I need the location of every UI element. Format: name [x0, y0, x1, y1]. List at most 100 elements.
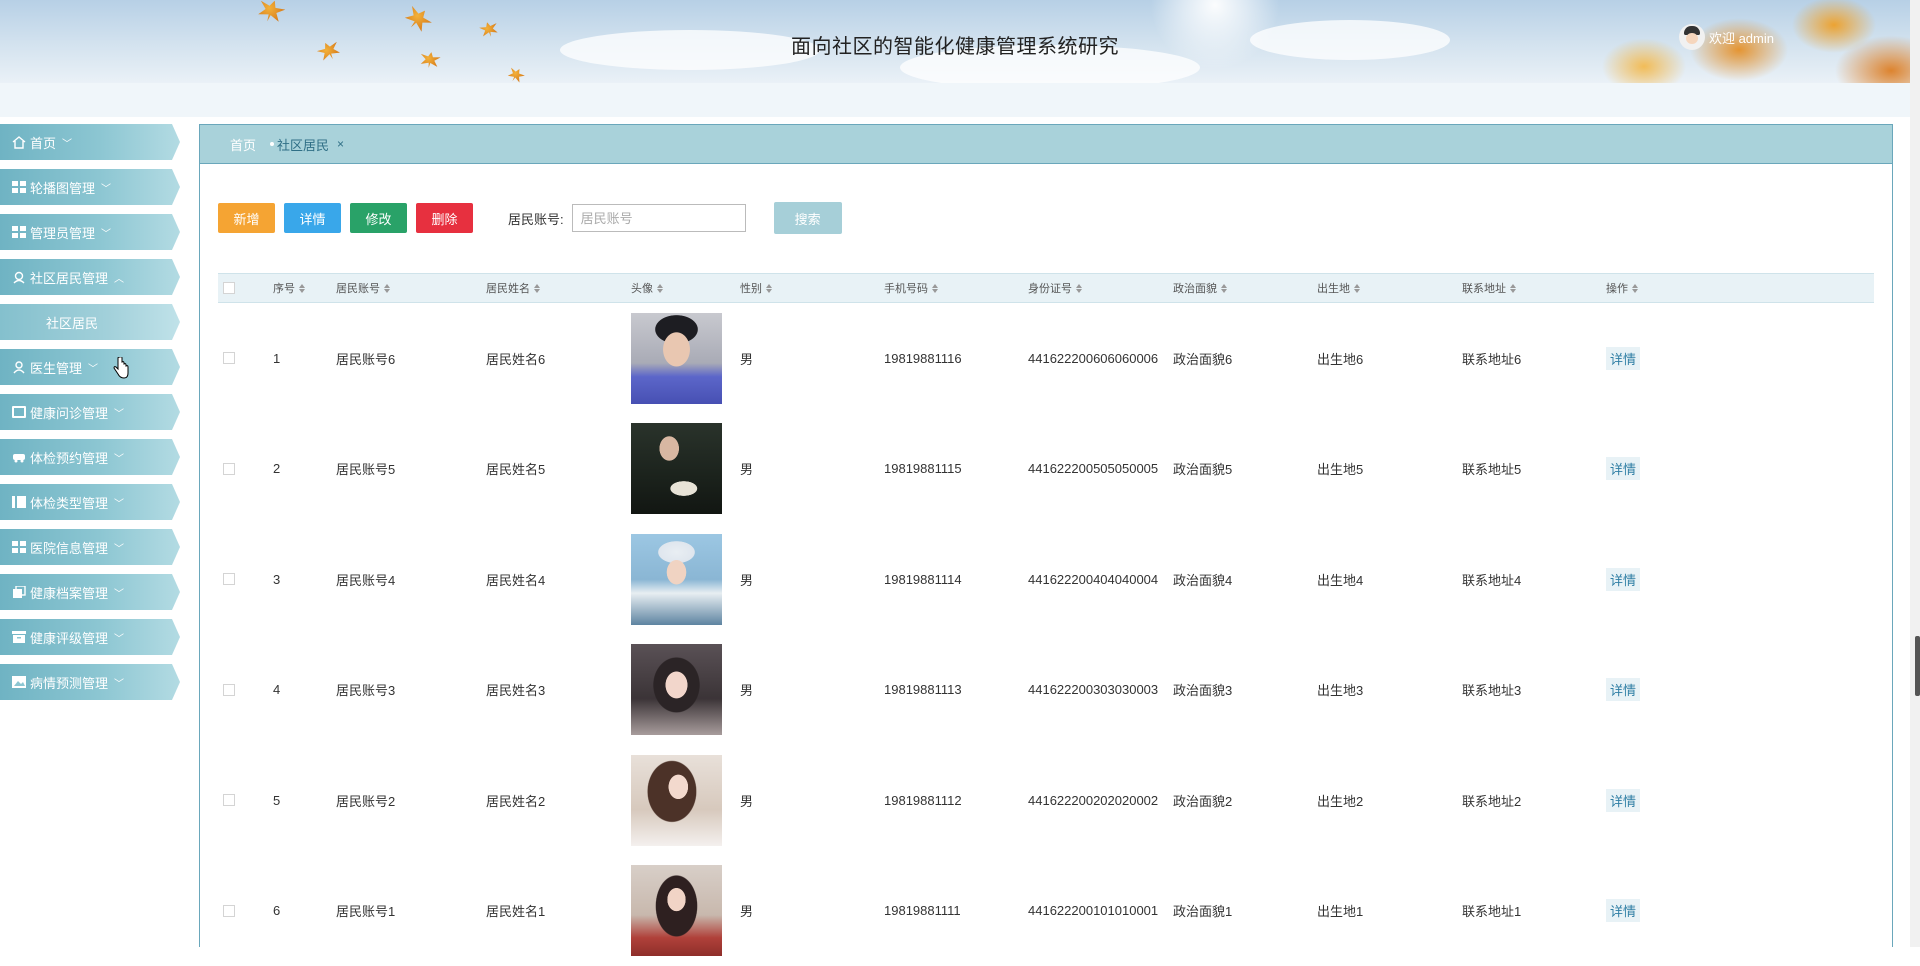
- row-detail-button[interactable]: 详情: [1606, 457, 1640, 480]
- search-button[interactable]: 搜索: [774, 202, 842, 234]
- sort-icon[interactable]: [1632, 284, 1638, 293]
- resident-address: 联系地址4: [1462, 570, 1606, 589]
- sidebar: 首页 ﹀ 轮播图管理 ﹀ 管理员管理 ﹀ 社区居民管理 ︿ 社区居民 医生管理 …: [0, 124, 185, 709]
- resident-name: 居民姓名4: [486, 570, 631, 589]
- column-header[interactable]: 居民账号: [336, 280, 486, 296]
- row-detail-button[interactable]: 详情: [1606, 347, 1640, 370]
- column-header[interactable]: 居民姓名: [486, 280, 631, 296]
- column-header[interactable]: 序号: [273, 280, 336, 296]
- row-checkbox[interactable]: [223, 905, 235, 917]
- column-header[interactable]: 联系地址: [1462, 280, 1606, 296]
- row-checkbox[interactable]: [223, 794, 235, 806]
- sort-icon[interactable]: [766, 284, 772, 293]
- sidebar-item-admin[interactable]: 管理员管理 ﹀: [0, 214, 180, 250]
- detail-button[interactable]: 详情: [284, 203, 341, 233]
- sort-icon[interactable]: [1076, 284, 1082, 293]
- row-detail-button[interactable]: 详情: [1606, 568, 1640, 591]
- column-header[interactable]: 出生地: [1317, 280, 1462, 296]
- avatar: [1679, 24, 1705, 50]
- resident-birthplace: 出生地1: [1317, 901, 1462, 920]
- row-checkbox[interactable]: [223, 352, 235, 364]
- sidebar-item-hospital[interactable]: 医院信息管理 ﹀: [0, 529, 180, 565]
- maple-leaf-decoration: [506, 65, 527, 83]
- avatar[interactable]: [631, 644, 722, 735]
- add-button[interactable]: 新增: [218, 203, 275, 233]
- sort-icon[interactable]: [534, 284, 540, 293]
- table-row: 2 居民账号5 居民姓名5 男 19819881115 441622200505…: [218, 414, 1874, 525]
- row-checkbox[interactable]: [223, 463, 235, 475]
- edit-button[interactable]: 修改: [350, 203, 407, 233]
- tab-residents[interactable]: 社区居民 ×: [270, 135, 344, 154]
- sidebar-item-home[interactable]: 首页 ﹀: [0, 124, 180, 160]
- row-detail-button[interactable]: 详情: [1606, 678, 1640, 701]
- sort-icon[interactable]: [299, 284, 305, 293]
- resident-address: 联系地址1: [1462, 901, 1606, 920]
- chevron-down-icon: ﹀: [101, 180, 111, 195]
- avatar[interactable]: [631, 755, 722, 846]
- resident-phone: 19819881115: [884, 461, 1028, 476]
- sort-icon[interactable]: [657, 284, 663, 293]
- chevron-down-icon: ﹀: [114, 630, 124, 645]
- resident-id-number: 441622200505050005: [1028, 461, 1173, 476]
- tab-bar: 首页 社区居民 ×: [200, 125, 1892, 164]
- resident-political: 政治面貌6: [1173, 349, 1317, 368]
- resident-sex: 男: [740, 901, 884, 920]
- archive-icon: [12, 631, 26, 643]
- resident-phone: 19819881111: [884, 903, 1028, 918]
- delete-button[interactable]: 删除: [416, 203, 473, 233]
- sidebar-item-carousel[interactable]: 轮播图管理 ﹀: [0, 169, 180, 205]
- person-icon: [12, 271, 26, 283]
- resident-political: 政治面貌5: [1173, 459, 1317, 478]
- user-menu[interactable]: 欢迎 admin: [1679, 24, 1774, 50]
- tab-home[interactable]: 首页: [230, 135, 256, 154]
- avatar[interactable]: [631, 865, 722, 956]
- column-header[interactable]: 性别: [740, 280, 884, 296]
- column-header[interactable]: 手机号码: [884, 280, 1028, 296]
- avatar[interactable]: [631, 423, 722, 514]
- toolbar: 新增 详情 修改 删除 居民账号: 搜索: [218, 202, 851, 234]
- sort-icon[interactable]: [1221, 284, 1227, 293]
- row-detail-button[interactable]: 详情: [1606, 789, 1640, 812]
- sidebar-subitem-residents[interactable]: 社区居民: [0, 304, 180, 340]
- column-header[interactable]: 身份证号: [1028, 280, 1173, 296]
- select-all-checkbox[interactable]: [223, 282, 235, 294]
- chevron-down-icon: ﹀: [101, 225, 111, 240]
- sort-icon[interactable]: [1510, 284, 1516, 293]
- row-checkbox[interactable]: [223, 573, 235, 585]
- avatar[interactable]: [631, 534, 722, 625]
- row-detail-button[interactable]: 详情: [1606, 899, 1640, 922]
- sidebar-item-checkup-booking[interactable]: 体检预约管理 ﹀: [0, 439, 180, 475]
- grid-icon: [12, 181, 26, 193]
- column-header[interactable]: 头像: [631, 280, 740, 296]
- sidebar-item-residents[interactable]: 社区居民管理 ︿: [0, 259, 180, 295]
- chevron-down-icon: ﹀: [88, 360, 98, 375]
- resident-account: 居民账号3: [336, 680, 486, 699]
- sort-icon[interactable]: [932, 284, 938, 293]
- scrollbar-thumb[interactable]: [1915, 636, 1920, 696]
- avatar[interactable]: [631, 313, 722, 404]
- sidebar-item-prediction[interactable]: 病情预测管理 ﹀: [0, 664, 180, 700]
- resident-birthplace: 出生地4: [1317, 570, 1462, 589]
- sidebar-item-consultation[interactable]: 健康问诊管理 ﹀: [0, 394, 180, 430]
- search-input[interactable]: [572, 204, 746, 232]
- column-header[interactable]: 政治面貌: [1173, 280, 1317, 296]
- home-icon: [12, 136, 26, 148]
- grid-icon: [12, 226, 26, 238]
- chevron-down-icon: ﹀: [114, 495, 124, 510]
- resident-sex: 男: [740, 459, 884, 478]
- column-header[interactable]: 操作: [1606, 280, 1706, 296]
- sort-icon[interactable]: [384, 284, 390, 293]
- resident-birthplace: 出生地2: [1317, 791, 1462, 810]
- sidebar-item-health-records[interactable]: 健康档案管理 ﹀: [0, 574, 180, 610]
- sidebar-item-health-rating[interactable]: 健康评级管理 ﹀: [0, 619, 180, 655]
- close-icon[interactable]: ×: [337, 137, 344, 151]
- active-dot-icon: [270, 142, 274, 146]
- sort-icon[interactable]: [1354, 284, 1360, 293]
- chevron-down-icon: ﹀: [114, 540, 124, 555]
- sidebar-item-checkup-type[interactable]: 体检类型管理 ﹀: [0, 484, 180, 520]
- table-row: 1 居民账号6 居民姓名6 男 19819881116 441622200606…: [218, 303, 1874, 414]
- sidebar-item-doctors[interactable]: 医生管理 ﹀: [0, 349, 180, 385]
- page-scrollbar[interactable]: [1910, 0, 1920, 947]
- row-checkbox[interactable]: [223, 684, 235, 696]
- resident-account: 居民账号6: [336, 349, 486, 368]
